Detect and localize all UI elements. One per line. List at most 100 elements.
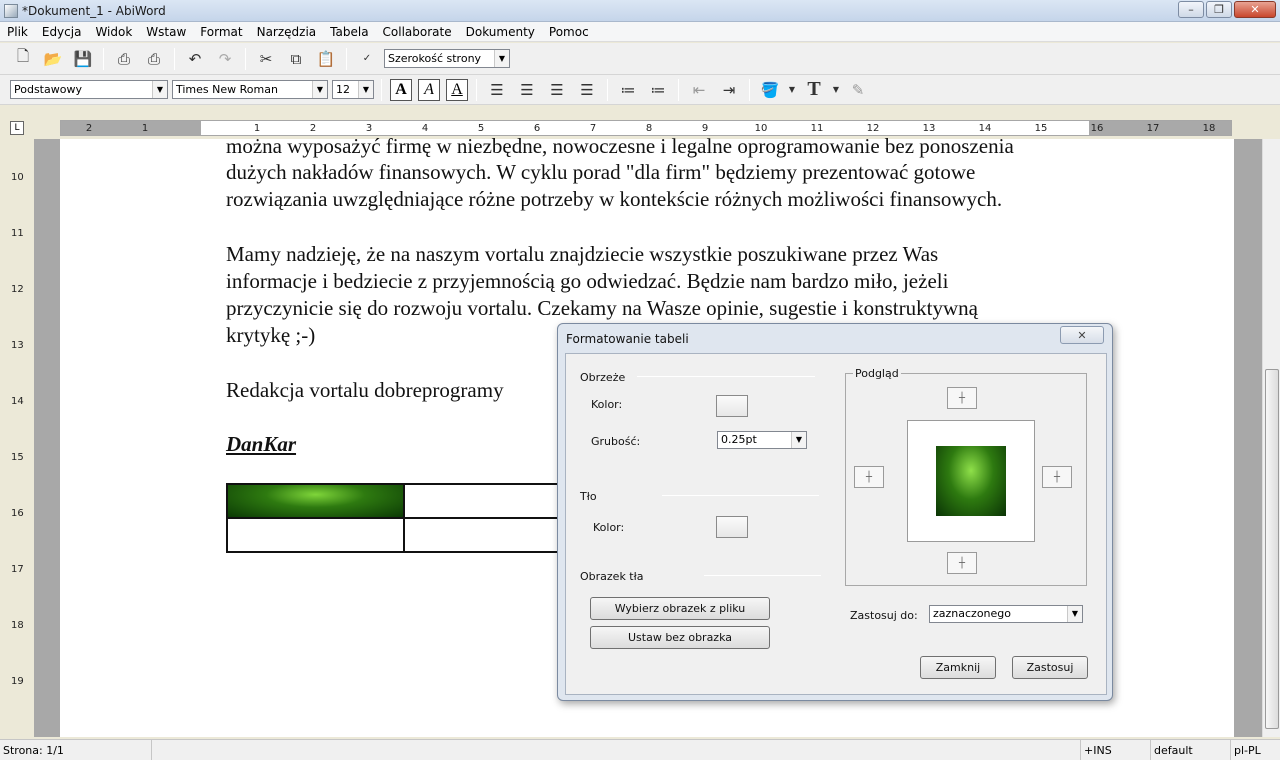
font-select[interactable]: Times New Roman ▼ (172, 80, 328, 99)
abiword-app-icon (4, 3, 18, 18)
dialog-close-button[interactable]: ✕ (1060, 326, 1104, 344)
background-image-group-label: Obrazek tła (580, 570, 644, 583)
save-icon[interactable]: 💾 (70, 47, 96, 71)
doc-line[interactable]: przyczynicie się do rozwoju vortalu. Cze… (226, 295, 978, 322)
ruler-tick: 2 (85, 123, 93, 134)
chevron-down-icon[interactable]: ▼ (787, 78, 797, 102)
right-border-toggle[interactable]: ┼ (1042, 466, 1072, 488)
highlight-bucket-icon[interactable]: 🪣 (757, 78, 783, 102)
tab-stop-icon[interactable]: L (10, 121, 24, 135)
divider (704, 575, 821, 576)
numbered-list-icon[interactable]: ≔ (615, 78, 641, 102)
title-bar: *Dokument_1 - AbiWord – ❐ ✕ (0, 0, 1280, 22)
table-format-dialog: Formatowanie tabeli ✕ Obrzeże Kolor: Gru… (557, 323, 1113, 701)
italic-button[interactable]: A (418, 78, 440, 101)
doc-line[interactable]: informacje i bedziecie z przyjemnością g… (226, 268, 948, 295)
new-document-icon[interactable]: 🗋 (10, 47, 36, 71)
eyedropper-icon[interactable]: ✎ (845, 78, 871, 102)
preview-group-label: Podgląd (853, 367, 901, 380)
chevron-down-icon[interactable]: ▼ (791, 432, 806, 448)
vertical-ruler[interactable]: 10 11 12 13 14 15 16 17 18 19 (0, 139, 34, 737)
bold-button[interactable]: A (390, 78, 412, 101)
chevron-down-icon[interactable]: ▼ (152, 81, 167, 98)
close-button[interactable]: Zamknij (920, 656, 996, 679)
print-preview-icon[interactable]: ⎙ (141, 47, 167, 71)
print-icon[interactable]: ⎙ (111, 47, 137, 71)
signature[interactable]: DanKar (226, 431, 296, 458)
document-table[interactable] (226, 483, 582, 553)
chevron-down-icon[interactable]: ▼ (831, 78, 841, 102)
scrollbar-thumb[interactable] (1265, 369, 1279, 729)
align-left-icon[interactable]: ☰ (484, 78, 510, 102)
vruler-tick: 13 (11, 340, 24, 351)
menu-pomoc[interactable]: Pomoc (542, 22, 596, 42)
table-cell[interactable] (403, 517, 582, 553)
doc-line[interactable]: Redakcja vortalu dobreprogramy (226, 377, 504, 404)
window-close-button[interactable]: ✕ (1234, 1, 1276, 18)
top-border-toggle[interactable]: ┼ (947, 387, 977, 409)
underline-button[interactable]: A (446, 78, 468, 101)
text-color-icon[interactable]: T (801, 78, 827, 102)
left-border-toggle[interactable]: ┼ (854, 466, 884, 488)
left-margin-area (61, 121, 201, 135)
preview-frame: Podgląd ┼ ┼ ┼ ┼ (845, 367, 1087, 586)
zoom-select[interactable]: Szerokość strony ▼ (384, 49, 510, 68)
decrease-indent-icon[interactable]: ⇤ (686, 78, 712, 102)
preview-image (936, 446, 1006, 516)
bottom-border-toggle[interactable]: ┼ (947, 552, 977, 574)
menu-plik[interactable]: Plik (0, 22, 35, 42)
doc-line[interactable]: rozwiązania uwzględniające różne potrzeb… (226, 186, 1002, 213)
increase-indent-icon[interactable]: ⇥ (716, 78, 742, 102)
doc-line[interactable]: można wyposażyć firmę w niezbędne, nowoc… (226, 133, 1014, 160)
no-image-button[interactable]: Ustaw bez obrazka (590, 626, 770, 649)
table-cell[interactable] (226, 483, 405, 519)
redo-icon[interactable]: ↷ (212, 47, 238, 71)
align-right-icon[interactable]: ☰ (544, 78, 570, 102)
chevron-down-icon[interactable]: ▼ (312, 81, 327, 98)
chevron-down-icon[interactable]: ▼ (494, 50, 509, 67)
doc-line[interactable]: Mamy nadzieję, że na naszym vortalu znaj… (226, 241, 938, 268)
paste-icon[interactable]: 📋 (313, 47, 339, 71)
menu-format[interactable]: Format (193, 22, 249, 42)
bullet-list-icon[interactable]: ≔ (645, 78, 671, 102)
divider (662, 495, 819, 496)
align-justify-icon[interactable]: ☰ (574, 78, 600, 102)
align-center-icon[interactable]: ☰ (514, 78, 540, 102)
thickness-select[interactable]: 0.25pt ▼ (717, 431, 807, 449)
ruler-tick: 15 (1034, 123, 1048, 134)
apply-to-select[interactable]: zaznaczonego ▼ (929, 605, 1083, 623)
status-bar: Strona: 1/1 +INS default pl-PL (0, 739, 1280, 760)
font-size-select[interactable]: 12 ▼ (332, 80, 374, 99)
doc-line[interactable]: dużych nakładów finansowych. W cyklu por… (226, 159, 975, 186)
table-cell[interactable] (403, 483, 582, 519)
vruler-tick: 11 (11, 228, 24, 239)
toolbar-separator (476, 78, 477, 101)
copy-icon[interactable]: ⧉ (283, 47, 309, 71)
chevron-down-icon[interactable]: ▼ (1067, 606, 1082, 622)
background-color-swatch[interactable] (716, 516, 748, 538)
toolbar-separator (381, 78, 382, 101)
menu-dokumenty[interactable]: Dokumenty (459, 22, 542, 42)
menu-narzedzia[interactable]: Narzędzia (250, 22, 324, 42)
undo-icon[interactable]: ↶ (182, 47, 208, 71)
doc-line[interactable]: krytykę ;-) (226, 322, 315, 349)
dialog-body: Obrzeże Kolor: Grubość: 0.25pt ▼ Tło Kol… (565, 353, 1107, 695)
apply-button[interactable]: Zastosuj (1012, 656, 1088, 679)
restore-button[interactable]: ❐ (1206, 1, 1232, 18)
background-group-label: Tło (580, 490, 597, 503)
border-color-swatch[interactable] (716, 395, 748, 417)
open-folder-icon[interactable]: 📂 (40, 47, 66, 71)
chevron-down-icon[interactable]: ▼ (358, 81, 373, 98)
cut-icon[interactable]: ✂ (253, 47, 279, 71)
style-select[interactable]: Podstawowy ▼ (10, 80, 168, 99)
menu-widok[interactable]: Widok (88, 22, 139, 42)
vertical-scrollbar[interactable] (1262, 139, 1280, 737)
menu-edycja[interactable]: Edycja (35, 22, 89, 42)
table-cell[interactable] (226, 517, 405, 553)
choose-image-button[interactable]: Wybierz obrazek z pliku (590, 597, 770, 620)
minimize-button[interactable]: – (1178, 1, 1204, 18)
menu-tabela[interactable]: Tabela (323, 22, 375, 42)
menu-collaborate[interactable]: Collaborate (376, 22, 459, 42)
spellcheck-icon[interactable]: ✓ (354, 47, 380, 71)
menu-wstaw[interactable]: Wstaw (139, 22, 193, 42)
